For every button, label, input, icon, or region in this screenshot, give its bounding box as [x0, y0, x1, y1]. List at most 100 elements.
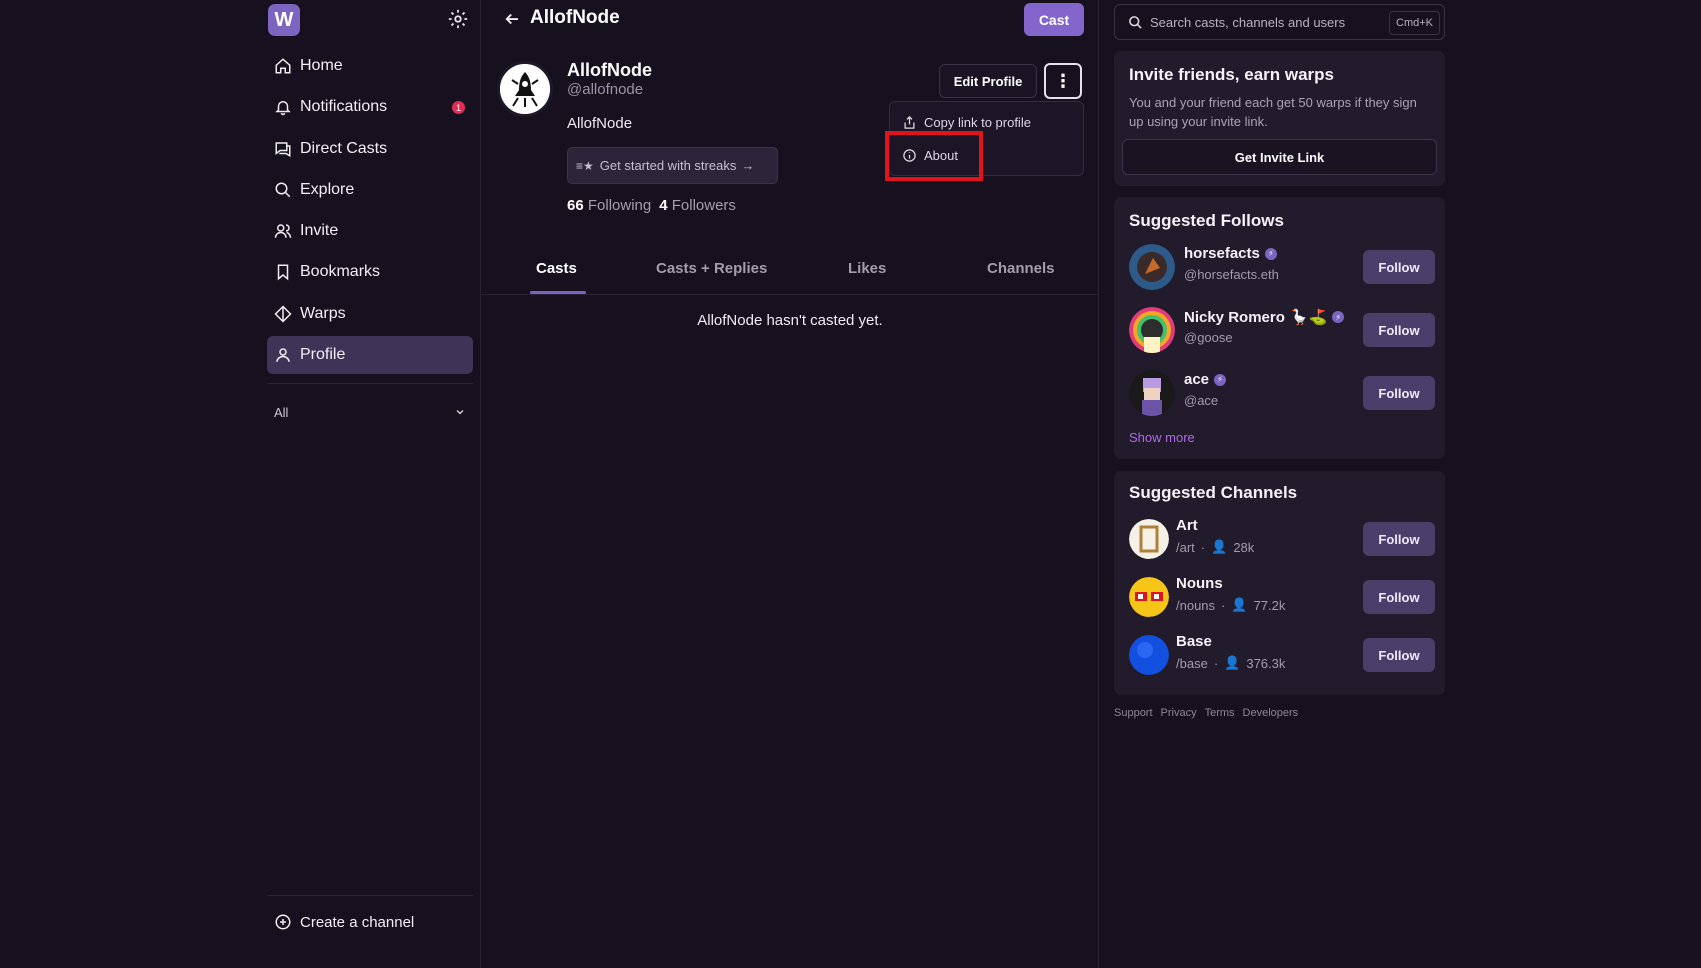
power-badge-icon: ⚡ [1214, 373, 1227, 386]
footer-link-developers[interactable]: Developers [1243, 707, 1299, 719]
profile-handle: @allofnode [567, 81, 644, 98]
channel-members: 376.3k [1246, 655, 1286, 671]
chat-icon [275, 141, 291, 157]
diamond-icon [274, 305, 292, 323]
channel-name[interactable]: Base [1176, 633, 1212, 650]
suggested-channels-card: Suggested Channels Art /art · 👤 28k Follow … [1114, 471, 1445, 695]
user-icon [276, 348, 290, 362]
tab-casts-replies[interactable]: Casts + Replies [656, 260, 767, 277]
follow-button[interactable]: Follow [1363, 522, 1435, 556]
channel-avatar[interactable] [1129, 577, 1169, 617]
streak-icon: ≡★ [576, 158, 594, 173]
footer-link-terms[interactable]: Terms [1205, 707, 1235, 719]
create-channel-button[interactable]: Create a channel [267, 911, 414, 933]
notification-badge: 1 [452, 101, 465, 115]
user-name[interactable]: horsefacts [1184, 245, 1260, 262]
create-channel-label: Create a channel [300, 913, 415, 931]
user-name[interactable]: Nicky Romero [1184, 309, 1285, 326]
kebab-icon: ⋮ [1054, 70, 1072, 91]
power-badge-icon: ⚡ [1264, 247, 1277, 260]
user-avatar[interactable] [1129, 244, 1175, 290]
channel-avatar[interactable] [1129, 635, 1169, 675]
follow-button[interactable]: Follow [1363, 313, 1435, 347]
sidebar-divider [267, 383, 473, 384]
left-sidebar: W Home Notifications 1 Direct Casts Expl… [259, 0, 481, 968]
menu-item-copy-link[interactable]: Copy link to profile [902, 112, 1031, 132]
tab-channels[interactable]: Channels [987, 260, 1055, 277]
nav-item-direct-casts[interactable]: Direct Casts [267, 130, 473, 168]
follow-button[interactable]: Follow [1363, 580, 1435, 614]
nav-item-notifications[interactable]: Notifications 1 [267, 88, 473, 126]
user-avatar[interactable] [1129, 307, 1175, 353]
channel-filter-select[interactable]: All [267, 402, 473, 422]
main-content: AllofNode Cast AllofNode @allofnode Allo… [481, 0, 1099, 968]
copy-link-label: Copy link to profile [924, 114, 1031, 130]
channel-name[interactable]: Nouns [1176, 575, 1223, 592]
footer-links: Support Privacy Terms Developers [1114, 707, 1298, 719]
nav-item-home[interactable]: Home [267, 47, 473, 85]
user-name[interactable]: ace [1184, 371, 1209, 388]
suggested-follows-title: Suggested Follows [1129, 211, 1284, 230]
suggested-follows-card: Suggested Follows horsefacts ⚡ @horsefact… [1114, 197, 1445, 459]
nav-label: Direct Casts [300, 139, 388, 157]
keyboard-shortcut: Cmd+K [1389, 11, 1440, 35]
more-options-button[interactable]: ⋮ [1044, 63, 1082, 99]
follow-button[interactable]: Follow [1363, 250, 1435, 284]
follow-button[interactable]: Follow [1363, 376, 1435, 410]
chevron-down-icon [456, 409, 464, 415]
warpcast-logo[interactable]: W [268, 4, 300, 36]
profile-bio: AllofNode [567, 115, 633, 132]
follow-button[interactable]: Follow [1363, 638, 1435, 672]
followers-link[interactable]: 4 Followers [659, 197, 736, 214]
user-handle: @ace [1184, 393, 1219, 408]
nav-item-explore[interactable]: Explore [267, 171, 473, 209]
bell-icon [275, 101, 291, 116]
back-arrow-icon[interactable] [503, 10, 521, 28]
search-placeholder: Search casts, channels and users [1150, 14, 1346, 30]
tab-casts[interactable]: Casts [536, 260, 577, 277]
filter-label: All [274, 404, 289, 420]
channel-avatar[interactable] [1129, 519, 1169, 559]
main-nav: Home Notifications 1 Direct Casts Explor… [267, 47, 473, 377]
highlight-box [885, 131, 983, 181]
nav-label: Notifications [300, 98, 388, 116]
user-avatar[interactable] [1129, 370, 1175, 416]
invite-card: Invite friends, earn warps You and your … [1114, 51, 1445, 186]
channel-name[interactable]: Art [1176, 517, 1198, 534]
suggested-channel-row: Art /art · 👤 28k Follow [1129, 515, 1435, 563]
home-icon [275, 58, 291, 74]
profile-avatar[interactable] [497, 61, 553, 117]
footer-link-privacy[interactable]: Privacy [1161, 707, 1197, 719]
gear-icon[interactable] [447, 8, 469, 30]
share-icon [904, 115, 915, 129]
edit-profile-button[interactable]: Edit Profile [939, 64, 1037, 98]
footer-link-support[interactable]: Support [1114, 707, 1153, 719]
rocket-logo-icon [500, 64, 550, 114]
nav-label: Bookmarks [300, 263, 381, 281]
channel-path: /art [1176, 539, 1195, 555]
suggested-channels-title: Suggested Channels [1129, 483, 1298, 502]
follow-stats: 66 Following 4 Followers [567, 197, 736, 214]
suggested-user-row: ace ⚡ @ace Follow [1129, 369, 1435, 417]
following-link[interactable]: 66 Following [567, 197, 651, 214]
nav-label: Profile [300, 346, 346, 364]
nav-label: Warps [300, 304, 346, 322]
get-invite-link-button[interactable]: Get Invite Link [1122, 139, 1437, 175]
nav-item-invite[interactable]: Invite [267, 212, 473, 250]
cast-button[interactable]: Cast [1024, 3, 1084, 36]
user-handle: @goose [1184, 330, 1233, 345]
suggested-channel-row: Base /base · 👤 376.3k Follow [1129, 631, 1435, 679]
streaks-button[interactable]: ≡★ Get started with streaks → [567, 147, 778, 184]
nav-label: Invite [300, 222, 339, 240]
search-input[interactable]: Search casts, channels and users Cmd+K [1114, 4, 1445, 40]
nav-item-warps[interactable]: Warps [267, 295, 473, 333]
power-badge-icon: ⚡ [1332, 311, 1345, 323]
invite-text: You and your friend each get 50 warps if… [1129, 95, 1417, 129]
show-more-link[interactable]: Show more [1129, 430, 1195, 445]
channel-path: /nouns [1176, 597, 1216, 613]
nav-item-profile[interactable]: Profile [267, 336, 473, 375]
nav-item-bookmarks[interactable]: Bookmarks [267, 253, 473, 291]
profile-tabs: Casts Casts + Replies Likes Channels [481, 245, 1099, 295]
suggested-user-row: Nicky Romero 🪿⛳ ⚡ @goose Follow [1129, 306, 1435, 354]
tab-likes[interactable]: Likes [848, 260, 886, 277]
